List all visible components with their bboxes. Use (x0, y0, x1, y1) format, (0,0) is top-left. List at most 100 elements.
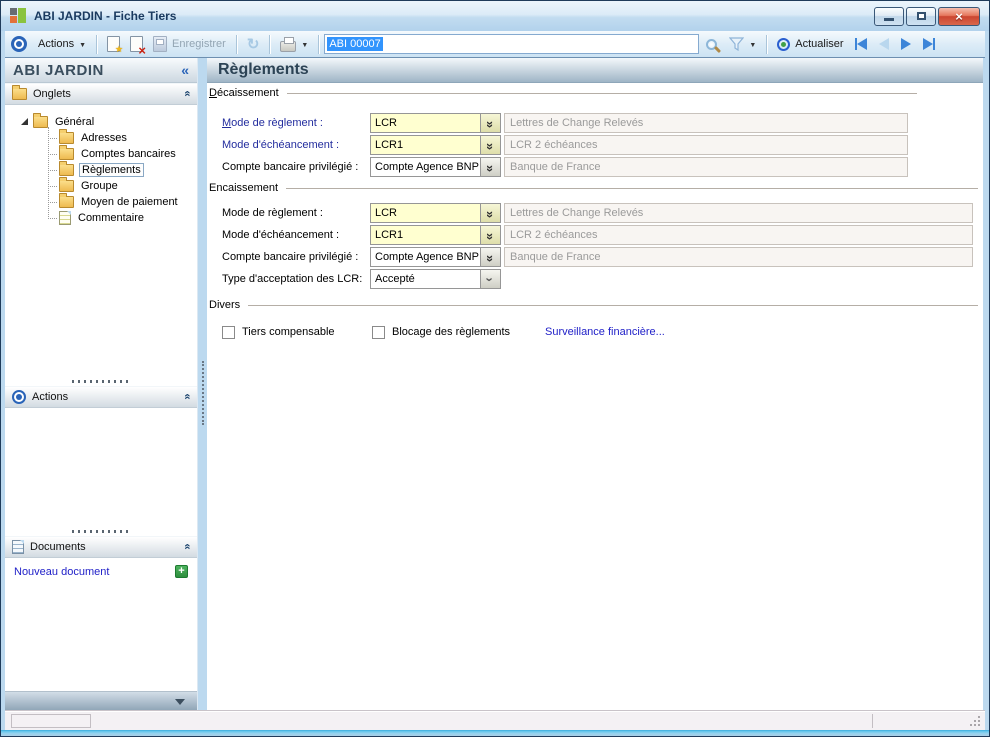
tree-node-moyen-de-paiement[interactable]: Moyen de paiement (48, 194, 197, 210)
row-compte-bancaire-enc: Compte bancaire privilégié : Compte Agen… (207, 246, 983, 268)
chevron-down-icon (301, 38, 308, 50)
combo-dropdown-button[interactable] (480, 136, 500, 154)
resize-grip-icon[interactable] (978, 724, 980, 726)
chevron-down-icon (749, 38, 756, 50)
mode-reglement-combo[interactable]: LCR (370, 113, 501, 133)
delete-record-button[interactable] (125, 34, 148, 54)
compte-bancaire-description: Banque de France (504, 157, 908, 177)
horizontal-splitter[interactable] (5, 376, 197, 386)
mode-reglement-combo[interactable]: LCR (370, 203, 501, 223)
nav-first-button[interactable] (849, 35, 873, 53)
double-chevron-down-icon (488, 160, 493, 175)
tree-node-groupe[interactable]: Groupe (48, 178, 197, 194)
double-chevron-down-icon (488, 138, 493, 153)
collapse-panel-icon[interactable] (181, 544, 193, 549)
mode-echeancement-combo[interactable]: LCR1 (370, 225, 501, 245)
folder-icon (59, 132, 74, 144)
search-button[interactable] (699, 37, 724, 52)
close-button[interactable]: × (938, 7, 980, 26)
new-record-button[interactable] (102, 34, 125, 54)
tree-item-label: Comptes bancaires (79, 148, 178, 160)
tree-node-reglements[interactable]: Règlements (48, 162, 197, 178)
save-icon (153, 36, 167, 52)
row-mode-echeancement-enc: Mode d'échéancement : LCR1 LCR 2 échéanc… (207, 224, 983, 246)
compte-bancaire-description: Banque de France (504, 247, 973, 267)
print-button[interactable] (275, 35, 313, 54)
status-cell (11, 714, 91, 728)
folder-icon (59, 196, 74, 208)
panel-header-actions[interactable]: Actions (5, 386, 197, 408)
combo-dropdown-button[interactable] (480, 226, 500, 244)
filter-icon (729, 37, 744, 51)
new-document-icon (107, 36, 120, 52)
combo-dropdown-button[interactable] (480, 158, 500, 176)
compte-bancaire-combo[interactable]: Compte Agence BNP (370, 247, 501, 267)
tiers-compensable-checkbox[interactable] (222, 326, 235, 339)
combo-dropdown-button[interactable] (480, 270, 500, 288)
panel-header-documents[interactable]: Documents (5, 536, 197, 558)
tree-item-label: Commentaire (76, 212, 146, 224)
status-bar (5, 711, 985, 730)
sidebar-bottom-bar[interactable] (5, 691, 197, 711)
nav-next-button[interactable] (895, 35, 917, 53)
combo-value: LCR (371, 114, 480, 132)
group-divider (248, 305, 978, 306)
combo-dropdown-button[interactable] (480, 204, 500, 222)
record-search-input[interactable]: ABI 00007 (324, 34, 699, 54)
combo-dropdown-button[interactable] (480, 248, 500, 266)
mode-reglement-label: Mode de règlement : (222, 207, 370, 219)
collapse-sidebar-button[interactable] (181, 62, 189, 78)
expand-icon[interactable] (21, 118, 28, 125)
combo-value: LCR (371, 204, 480, 222)
record-value: ABI 00007 (327, 37, 382, 51)
blocage-reglements-checkbox[interactable] (372, 326, 385, 339)
double-chevron-down-icon (488, 250, 493, 265)
onglets-panel-title: Onglets (33, 88, 179, 100)
refresh-button[interactable] (242, 33, 265, 55)
row-mode-echeancement: Mode d'échéancement : LCR1 LCR 2 échéanc… (207, 134, 983, 156)
panel-header-onglets[interactable]: Onglets (5, 83, 197, 105)
mode-echeancement-combo[interactable]: LCR1 (370, 135, 501, 155)
horizontal-splitter[interactable] (5, 526, 197, 536)
type-acceptation-combo[interactable]: Accepté (370, 269, 501, 289)
combo-value: Accepté (371, 270, 480, 288)
mode-reglement-description: Lettres de Change Relevés (504, 203, 973, 223)
tree-node-commentaire[interactable]: Commentaire (48, 210, 197, 226)
tree-node-comptes-bancaires[interactable]: Comptes bancaires (48, 146, 197, 162)
collapse-panel-icon[interactable] (181, 394, 193, 399)
encaissement-title: Encaissement (209, 182, 286, 194)
restore-button[interactable] (906, 7, 936, 26)
minimize-icon (884, 18, 894, 21)
save-button[interactable]: Enregistrer (148, 34, 231, 54)
mode-echeancement-label: Mode d'échéancement : (222, 229, 370, 241)
documents-panel-title: Documents (30, 541, 179, 553)
surveillance-financiere-link[interactable]: Surveillance financière... (545, 326, 665, 338)
nav-last-button[interactable] (917, 35, 941, 53)
actions-menu-button[interactable]: Actions (33, 36, 91, 52)
app-icon (10, 8, 26, 24)
compte-bancaire-combo[interactable]: Compte Agence BNP (370, 157, 501, 177)
divers-title: Divers (209, 299, 248, 311)
refresh-icon (247, 35, 260, 53)
combo-dropdown-button[interactable] (480, 114, 500, 132)
toolbar-separator (269, 35, 270, 54)
chevron-down-icon (488, 272, 492, 287)
save-label: Enregistrer (172, 38, 226, 50)
documents-panel-body: Nouveau document (5, 558, 197, 691)
filter-button[interactable] (724, 35, 761, 53)
row-type-acceptation: Type d'acceptation des LCR: Accepté (207, 268, 983, 290)
window-title: ABI JARDIN - Fiche Tiers (34, 9, 866, 23)
tree-root-label: Général (53, 116, 96, 128)
application-window: ABI JARDIN - Fiche Tiers × Actions Enreg… (0, 0, 990, 737)
title-bar: ABI JARDIN - Fiche Tiers × (1, 1, 989, 31)
compte-bancaire-label: Compte bancaire privilégié : (222, 251, 370, 263)
tree-node-adresses[interactable]: Adresses (48, 130, 197, 146)
add-document-button[interactable] (175, 565, 188, 578)
vertical-splitter[interactable] (202, 361, 204, 425)
actualiser-button[interactable]: Actualiser (772, 36, 848, 53)
nav-previous-button[interactable] (873, 35, 895, 53)
minimize-button[interactable] (874, 7, 904, 26)
actions-menu-label: Actions (38, 38, 74, 50)
collapse-panel-icon[interactable] (181, 91, 193, 96)
new-document-link[interactable]: Nouveau document (14, 566, 175, 578)
